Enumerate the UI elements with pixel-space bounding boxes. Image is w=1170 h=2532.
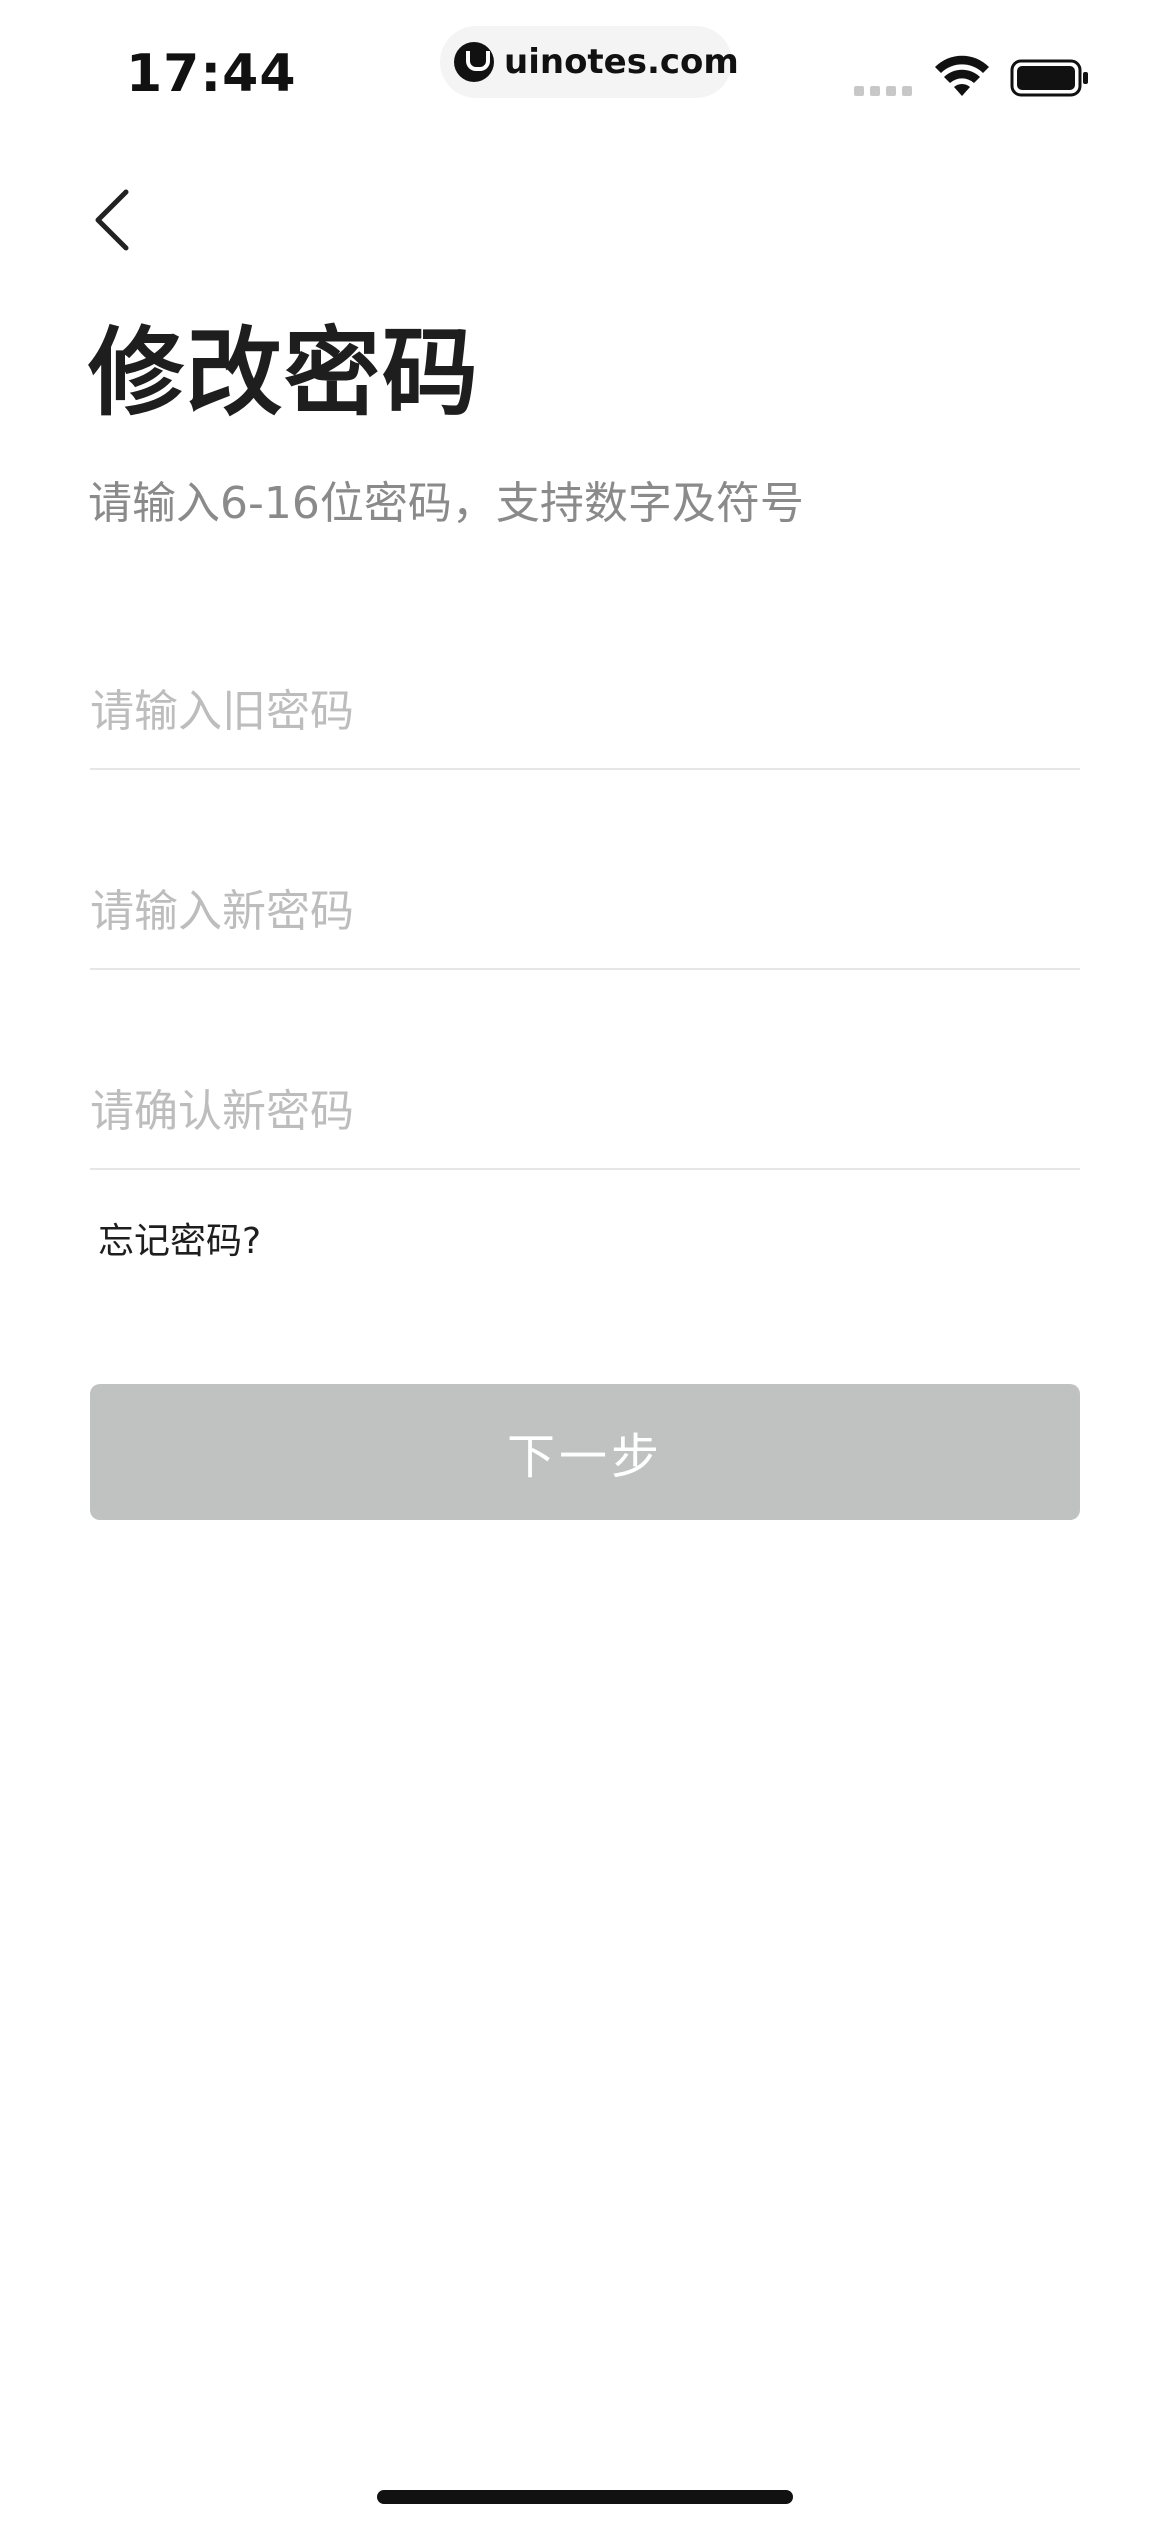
confirm-password-input[interactable]: [90, 1076, 1080, 1146]
battery-icon: [1010, 59, 1088, 97]
status-time: 17:44: [126, 44, 297, 104]
page-title: 修改密码: [88, 317, 480, 429]
home-indicator[interactable]: [377, 2490, 793, 2504]
back-button[interactable]: [82, 180, 152, 260]
new-password-input[interactable]: [90, 876, 1080, 946]
page-subtitle: 请输入6-16位密码，支持数字及符号: [88, 478, 804, 529]
wifi-icon: [935, 55, 989, 96]
forgot-password-link[interactable]: 忘记密码?: [98, 1212, 261, 1264]
url-pill[interactable]: uinotes.com: [440, 26, 739, 98]
old-password-field-row: [90, 640, 1080, 770]
new-password-field-row: [90, 840, 1080, 970]
old-password-input[interactable]: [90, 676, 1080, 746]
confirm-password-field-row: [90, 1040, 1080, 1170]
url-text: uinotes.com: [504, 42, 739, 82]
chevron-left-icon: [95, 189, 129, 251]
signal-dots-icon: [854, 86, 912, 96]
site-logo-icon: [454, 42, 494, 82]
next-step-button[interactable]: 下一步: [90, 1384, 1080, 1520]
status-bar: 17:44 uinotes.com: [0, 0, 1170, 150]
